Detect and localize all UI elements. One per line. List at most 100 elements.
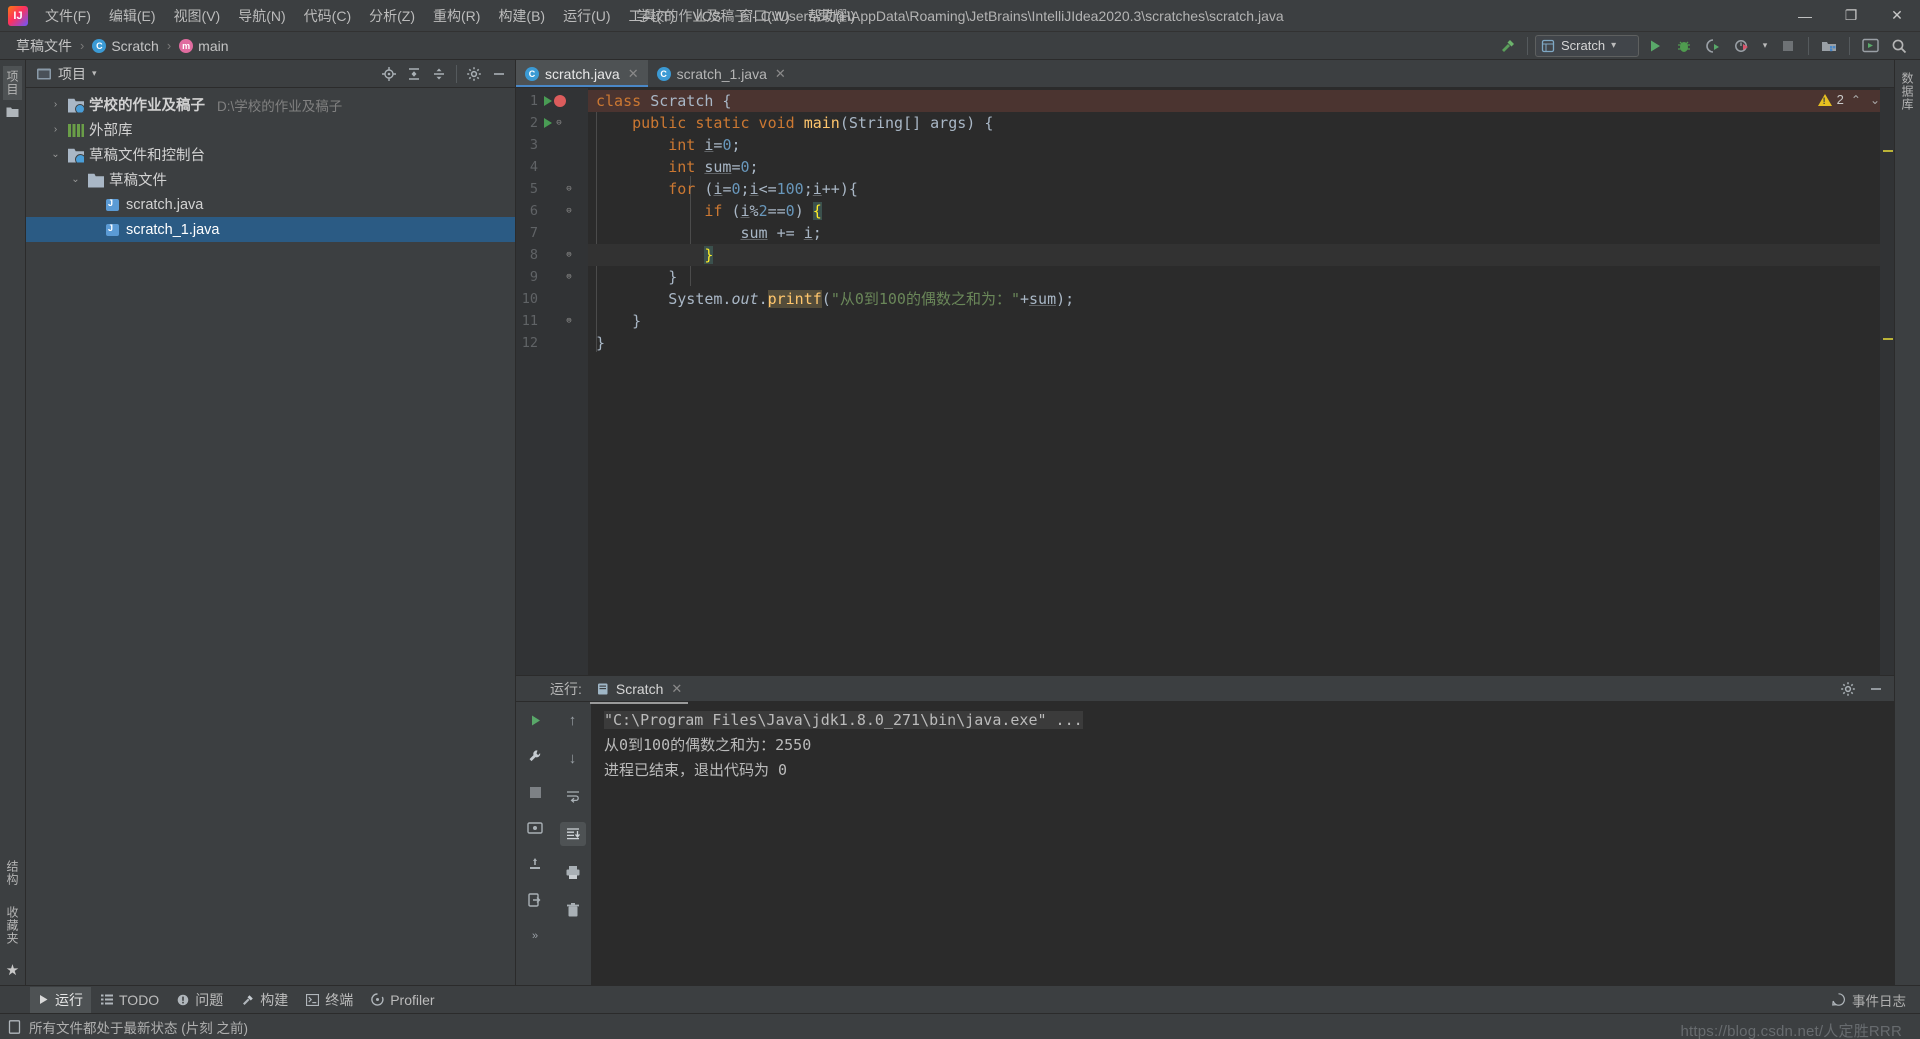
expand-more-button[interactable]: »: [522, 924, 548, 948]
menu-build[interactable]: 构建(B): [489, 2, 554, 30]
tw-todo[interactable]: TODO: [93, 989, 167, 1011]
stop-button[interactable]: [1775, 34, 1801, 58]
menu-refactor[interactable]: 重构(R): [424, 2, 489, 30]
editor-marker-bar[interactable]: [1880, 88, 1894, 675]
code-line-12[interactable]: }: [588, 332, 1880, 354]
code-line-8[interactable]: }: [588, 244, 1880, 266]
clear-all-button[interactable]: [560, 898, 586, 922]
chevron-right-icon[interactable]: ›: [48, 99, 63, 110]
stop-process-button[interactable]: [522, 780, 548, 804]
breakpoint-icon[interactable]: [554, 95, 566, 107]
settings-gear-icon[interactable]: [462, 62, 486, 86]
menu-vcs[interactable]: VCS: [683, 4, 730, 28]
menu-code[interactable]: 代码(C): [295, 2, 360, 30]
chevron-down-icon[interactable]: ⌄: [48, 149, 63, 160]
run-line-icon[interactable]: [544, 96, 552, 106]
run-method-icon[interactable]: [544, 118, 552, 128]
soft-wrap-button[interactable]: [560, 784, 586, 808]
scroll-to-end-button[interactable]: [559, 822, 586, 846]
tw-terminal[interactable]: 终端: [298, 987, 361, 1013]
tw-problems[interactable]: 问题: [169, 987, 231, 1013]
updates-button[interactable]: [1857, 34, 1883, 58]
close-button[interactable]: ✕: [1874, 0, 1920, 32]
gutter-markers[interactable]: ⊜: [542, 316, 584, 326]
tree-node-scratches-consoles[interactable]: ⌄ 草稿文件和控制台: [26, 142, 515, 167]
collapse-all-icon[interactable]: [427, 62, 451, 86]
code-line-6[interactable]: if (i%2==0) {: [588, 200, 1880, 222]
gutter-markers[interactable]: [542, 95, 584, 107]
rail-project[interactable]: 项目: [3, 66, 22, 100]
run-tab-scratch[interactable]: Scratch ✕: [589, 678, 689, 704]
restore-layout-button[interactable]: [522, 852, 548, 876]
menu-tools[interactable]: 工具(T): [620, 2, 684, 30]
tw-run[interactable]: 运行: [30, 986, 91, 1013]
maximize-button[interactable]: ❐: [1828, 0, 1874, 32]
rail-structure[interactable]: 结构: [3, 856, 22, 890]
console-output[interactable]: "C:\Program Files\Java\jdk1.8.0_271\bin\…: [592, 702, 1894, 985]
chevron-down-icon[interactable]: ⌄: [68, 174, 83, 185]
breadcrumb-item-class[interactable]: C Scratch: [86, 36, 164, 56]
close-icon[interactable]: ✕: [671, 681, 682, 697]
menu-navigate[interactable]: 导航(N): [229, 2, 294, 30]
code-line-11[interactable]: }: [588, 310, 1880, 332]
hide-panel-icon[interactable]: [487, 62, 511, 86]
profiler-button[interactable]: [1729, 34, 1755, 58]
warning-marker[interactable]: [1883, 338, 1893, 340]
fold-end-icon[interactable]: ⊜: [564, 272, 574, 282]
close-icon[interactable]: ✕: [775, 66, 786, 82]
scroll-down-button[interactable]: ↓: [560, 746, 586, 770]
gutter-markers[interactable]: ⊖: [542, 118, 584, 128]
run-button[interactable]: [1642, 34, 1668, 58]
menu-run[interactable]: 运行(U): [554, 2, 619, 30]
menu-view[interactable]: 视图(V): [165, 2, 230, 30]
code-line-10[interactable]: System.out.printf("从0到100的偶数之和为："+sum);: [588, 288, 1880, 310]
menu-window[interactable]: 窗口(W): [730, 2, 799, 30]
star-icon[interactable]: ★: [6, 961, 19, 979]
tree-node-scratches-folder[interactable]: ⌄ 草稿文件: [26, 167, 515, 192]
menu-analyze[interactable]: 分析(Z): [360, 2, 424, 30]
chevron-right-icon[interactable]: ›: [48, 124, 63, 135]
exit-button[interactable]: [522, 888, 548, 912]
gutter-markers[interactable]: ⊜: [542, 272, 584, 282]
menu-file[interactable]: 文件(F): [36, 2, 100, 30]
code-line-9[interactable]: }: [588, 266, 1880, 288]
bookmarks-folder-icon[interactable]: [6, 106, 19, 118]
profiler-dropdown-icon[interactable]: ▾: [1758, 34, 1772, 58]
expand-all-icon[interactable]: [402, 62, 426, 86]
fold-icon[interactable]: ⊖: [564, 184, 574, 194]
menu-help[interactable]: 帮助(H): [799, 2, 864, 30]
close-icon[interactable]: ✕: [628, 66, 639, 82]
print-button[interactable]: [560, 860, 586, 884]
code-line-4[interactable]: int sum=0;: [588, 156, 1880, 178]
tree-node-scratch-java[interactable]: scratch.java: [26, 192, 515, 217]
tw-build[interactable]: 构建: [233, 987, 296, 1013]
gutter-markers[interactable]: ⊜: [542, 250, 584, 260]
build-hammer-icon[interactable]: [1494, 34, 1520, 58]
run-settings-gear-icon[interactable]: [1836, 677, 1860, 701]
rail-favorites[interactable]: 收藏夹: [3, 902, 22, 949]
search-everywhere-icon[interactable]: [1886, 34, 1912, 58]
code-line-7[interactable]: sum += i;: [588, 222, 1880, 244]
fold-end-icon[interactable]: ⊜: [564, 316, 574, 326]
tab-scratch-1-java[interactable]: C scratch_1.java ✕: [648, 60, 795, 87]
fold-icon[interactable]: ⊖: [564, 206, 574, 216]
menu-edit[interactable]: 编辑(E): [100, 2, 165, 30]
tw-profiler[interactable]: Profiler: [363, 989, 442, 1011]
chevron-up-icon[interactable]: ⌃: [1849, 93, 1863, 107]
chevron-down-icon[interactable]: ⌄: [1868, 93, 1882, 107]
tree-node-external-libraries[interactable]: › 外部库: [26, 117, 515, 142]
event-log-label[interactable]: 事件日志: [1852, 990, 1906, 1010]
rail-database[interactable]: 数据库: [1898, 68, 1917, 115]
dump-threads-button[interactable]: [522, 816, 548, 840]
locate-file-icon[interactable]: [377, 62, 401, 86]
scroll-up-button[interactable]: ↑: [560, 708, 586, 732]
breadcrumb-item-scratches[interactable]: 草稿文件: [10, 34, 78, 58]
code-line-2[interactable]: public static void main(String[] args) {: [588, 112, 1880, 134]
code-line-1[interactable]: class Scratch {: [588, 90, 1880, 112]
fold-end-icon[interactable]: ⊜: [564, 250, 574, 260]
editor-gutter[interactable]: 1 2 ⊖ 3 4 5 ⊖ 6 ⊖ 7 8 ⊜ 9 ⊜ 10 11 ⊜ 12: [516, 88, 588, 675]
gutter-markers[interactable]: ⊖: [542, 184, 584, 194]
run-settings-wrench-icon[interactable]: [522, 744, 548, 768]
gutter-markers[interactable]: ⊖: [542, 206, 584, 216]
code-editor[interactable]: 1 2 ⊖ 3 4 5 ⊖ 6 ⊖ 7 8 ⊜ 9 ⊜ 10 11 ⊜ 12 c…: [516, 88, 1894, 675]
